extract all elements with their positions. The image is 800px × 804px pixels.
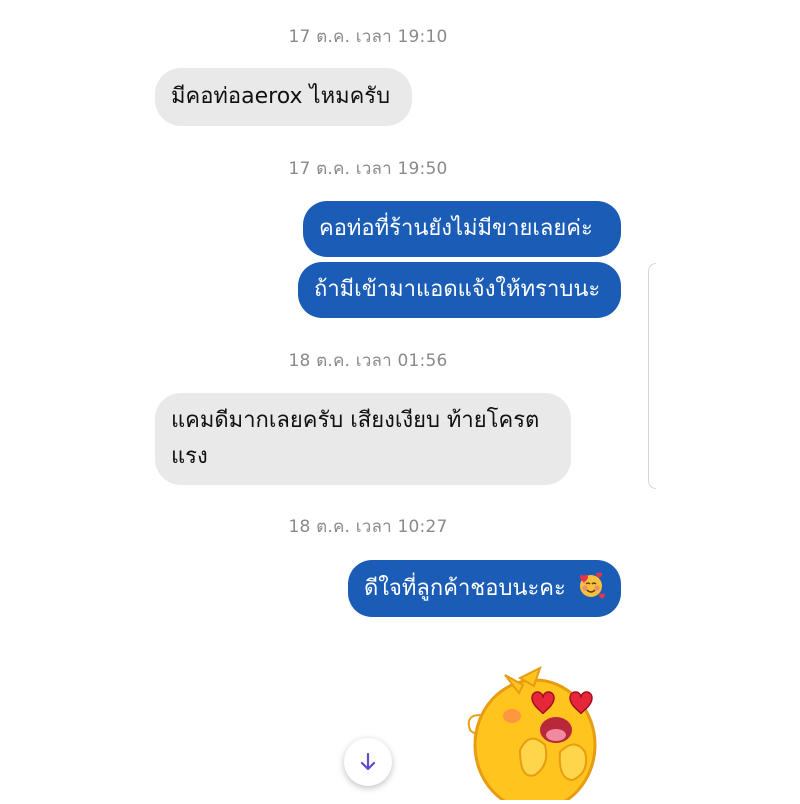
sticker-heart-eyes-character[interactable] <box>460 660 620 804</box>
timestamp: 18 ต.ค. เวลา 10:27 <box>288 517 448 537</box>
message-text: ถ้ามีเข้ามาแอดแจ้งให้ทราบนะ <box>314 277 601 302</box>
outgoing-message-bubble[interactable]: ถ้ามีเข้ามาแอดแจ้งให้ทราบนะ <box>298 262 621 318</box>
outgoing-message-bubble[interactable]: ดีใจที่ลูกค้าชอบนะคะ <box>348 560 621 617</box>
arrow-down-icon <box>357 751 379 773</box>
timestamp: 17 ต.ค. เวลา 19:50 <box>288 159 448 179</box>
message-text: ดีใจที่ลูกค้าชอบนะคะ <box>364 576 566 601</box>
message-text: มีคอท่อaerox ไหมครับ <box>171 84 391 109</box>
smiling-face-with-hearts-icon <box>577 571 605 611</box>
scrollbar[interactable] <box>648 263 656 489</box>
outgoing-message-bubble[interactable]: คอท่อที่ร้านยังไม่มีขายเลยค่ะ <box>303 201 621 257</box>
message-text: แรง <box>171 444 208 469</box>
scroll-to-bottom-button[interactable] <box>344 738 392 786</box>
timestamp: 18 ต.ค. เวลา 01:56 <box>288 351 448 371</box>
message-text: แคมดีมากเลยครับ เสียงเงียบ ท้ายโครต <box>171 408 540 433</box>
incoming-message-bubble[interactable]: แคมดีมากเลยครับ เสียงเงียบ ท้ายโครต แรง <box>155 393 571 485</box>
timestamp: 17 ต.ค. เวลา 19:10 <box>288 27 448 47</box>
message-text: คอท่อที่ร้านยังไม่มีขายเลยค่ะ <box>319 216 593 241</box>
incoming-message-bubble[interactable]: มีคอท่อaerox ไหมครับ <box>155 68 412 126</box>
